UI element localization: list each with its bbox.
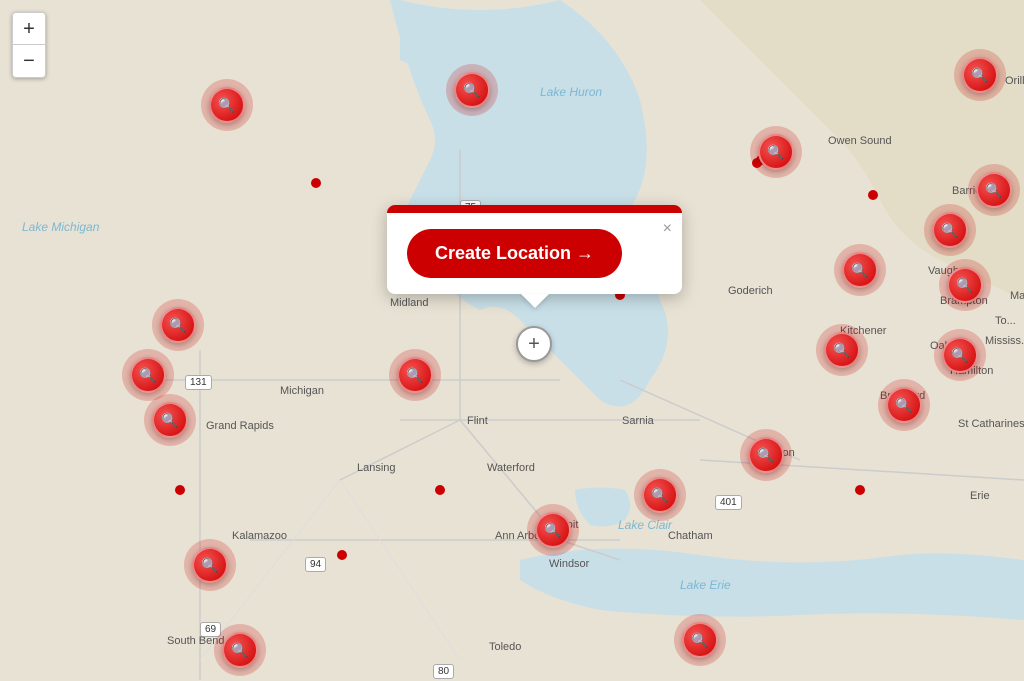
popup-close-button[interactable]: × <box>663 221 672 237</box>
search-icon: 🔍 <box>139 367 156 384</box>
map-pin-1[interactable]: 🔍 <box>454 72 490 108</box>
map-container[interactable]: Lake HuronLake MichiganLake ErieLake Cla… <box>0 0 1024 681</box>
search-icon: 🔍 <box>941 222 958 239</box>
map-pin-10[interactable]: 🔍 <box>842 252 878 288</box>
map-pin-16[interactable]: 🔍 <box>130 357 166 393</box>
search-icon: 🔍 <box>218 97 235 114</box>
search-icon: 🔍 <box>895 397 912 414</box>
search-icon: 🔍 <box>767 144 784 161</box>
map-pin-4[interactable]: 🔍 <box>962 57 998 93</box>
map-pin-19[interactable] <box>435 485 445 495</box>
plus-icon: + <box>528 333 540 356</box>
map-pin-27[interactable]: 🔍 <box>682 622 718 658</box>
map-pin-7[interactable]: 🔍 <box>932 212 968 248</box>
search-icon: 🔍 <box>463 82 480 99</box>
map-pin-20[interactable] <box>175 485 185 495</box>
map-pin-18[interactable]: 🔍 <box>397 357 433 393</box>
search-icon: 🔍 <box>691 632 708 649</box>
search-icon: 🔍 <box>985 182 1002 199</box>
zoom-controls: + − <box>12 12 46 78</box>
popup-body: × Create Location → <box>387 213 682 294</box>
map-pin-26[interactable] <box>855 485 865 495</box>
map-pin-11[interactable]: 🔍 <box>824 332 860 368</box>
map-pin-23[interactable]: 🔍 <box>535 512 571 548</box>
map-background <box>0 0 1024 681</box>
search-icon: 🔍 <box>161 412 178 429</box>
create-location-popup: × Create Location → <box>387 205 682 294</box>
search-icon: 🔍 <box>757 447 774 464</box>
search-icon: 🔍 <box>851 262 868 279</box>
search-icon: 🔍 <box>651 487 668 504</box>
map-pin-6[interactable]: 🔍 <box>758 134 794 170</box>
map-pin-14[interactable] <box>311 178 321 188</box>
map-pin-5[interactable]: 🔍 <box>976 172 1012 208</box>
search-icon: 🔍 <box>169 317 186 334</box>
map-pin-21[interactable]: 🔍 <box>192 547 228 583</box>
search-icon: 🔍 <box>544 522 561 539</box>
map-pin-25[interactable]: 🔍 <box>748 437 784 473</box>
map-pin-17[interactable]: 🔍 <box>152 402 188 438</box>
map-pin-13[interactable]: 🔍 <box>886 387 922 423</box>
map-pin-15[interactable]: 🔍 <box>160 307 196 343</box>
search-icon: 🔍 <box>231 642 248 659</box>
search-icon: 🔍 <box>951 347 968 364</box>
search-icon: 🔍 <box>956 277 973 294</box>
create-location-button[interactable]: Create Location → <box>407 229 622 278</box>
search-icon: 🔍 <box>406 367 423 384</box>
map-pin-28[interactable]: 🔍 <box>222 632 258 668</box>
map-pin-9[interactable]: 🔍 <box>947 267 983 303</box>
search-icon: 🔍 <box>971 67 988 84</box>
map-pin-12[interactable]: 🔍 <box>942 337 978 373</box>
search-icon: 🔍 <box>833 342 850 359</box>
map-pin-8[interactable] <box>868 190 878 200</box>
map-pin-24[interactable]: 🔍 <box>642 477 678 513</box>
zoom-in-button[interactable]: + <box>13 13 45 45</box>
zoom-out-button[interactable]: − <box>13 45 45 77</box>
search-icon: 🔍 <box>201 557 218 574</box>
map-pin-22[interactable] <box>337 550 347 560</box>
popup-header-bar <box>387 205 682 213</box>
map-pin-0[interactable]: 🔍 <box>209 87 245 123</box>
add-location-pin[interactable]: + <box>516 326 552 362</box>
